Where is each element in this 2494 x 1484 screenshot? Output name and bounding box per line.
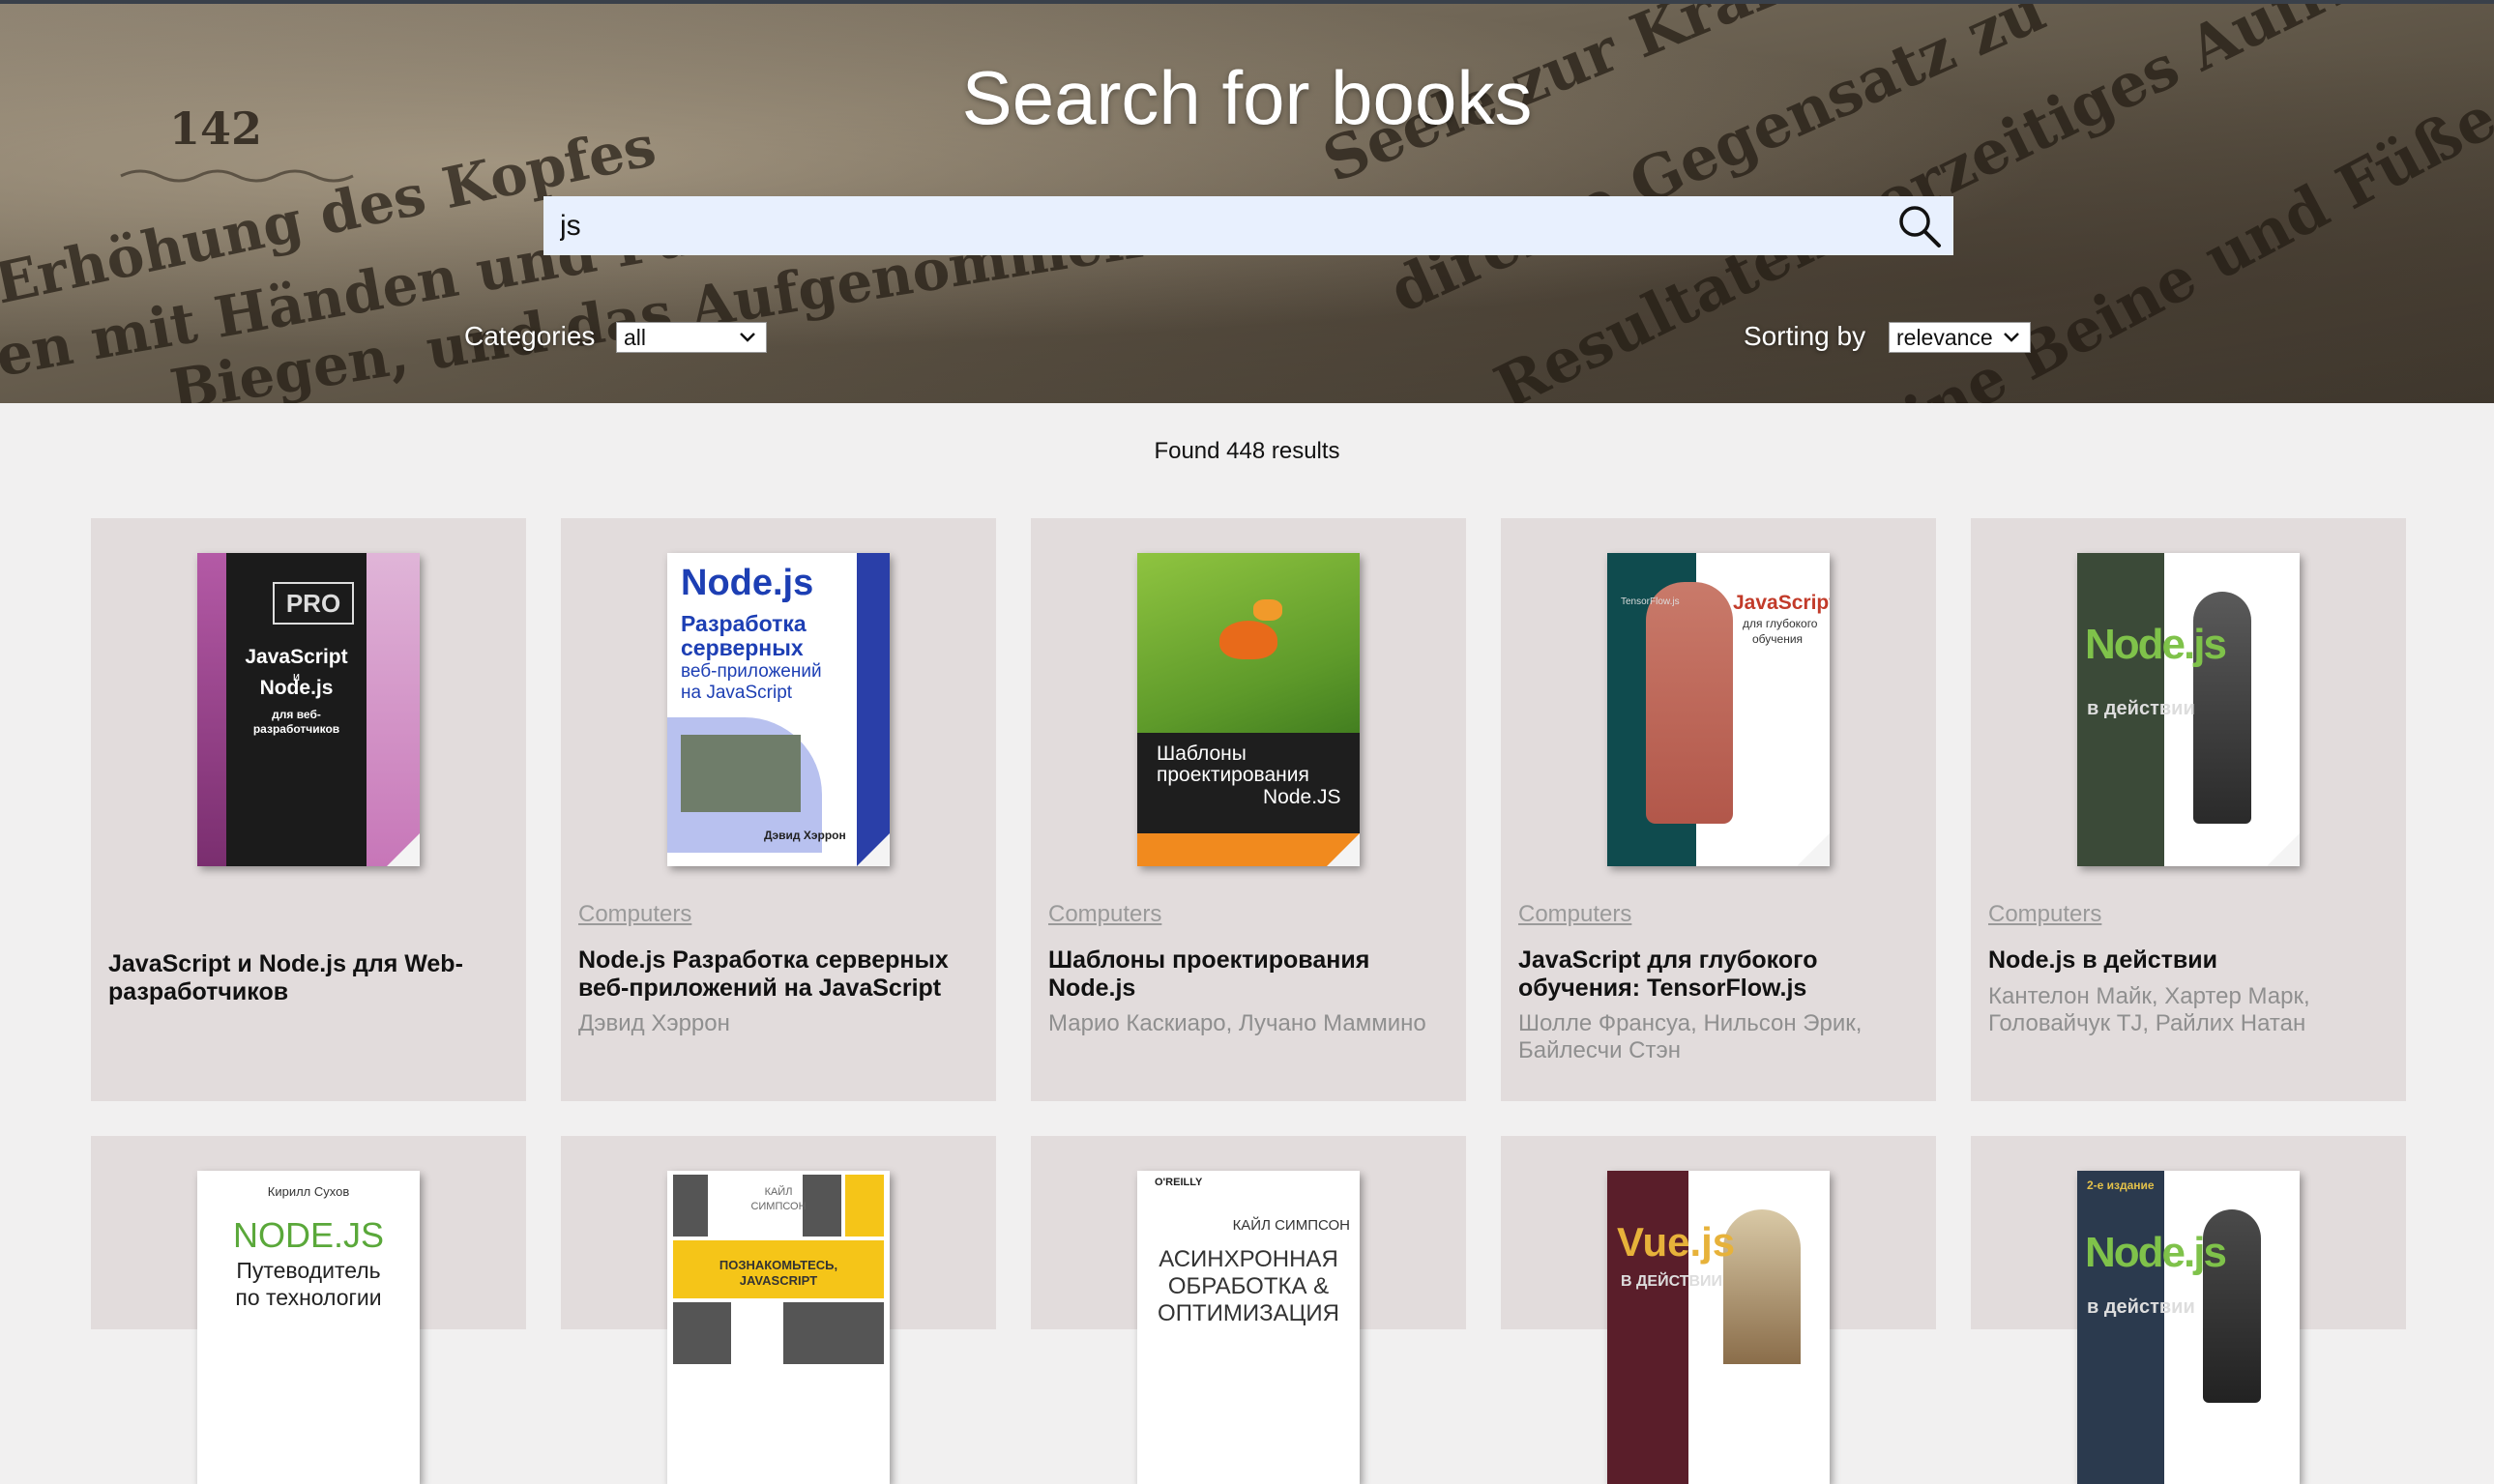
cover-text: JavaScript: [1733, 592, 1830, 614]
book-cover: Node.js Разработка серверных веб-приложе…: [667, 553, 890, 866]
book-card[interactable]: O'REILLY КАЙЛ СИМПСОН АСИНХРОННАЯ ОБРАБО…: [1031, 1136, 1466, 1484]
cover-text: ОБРАБОТКА &: [1167, 1273, 1330, 1299]
book-authors: Марио Каскиаро, Лучано Маммино: [1048, 1010, 1426, 1036]
cover-text: на JavaScript: [681, 683, 793, 703]
cover-text: обучения: [1752, 632, 1804, 646]
cover-text: СИМПСОН: [750, 1201, 807, 1212]
cover-text: для глубокого: [1743, 617, 1818, 630]
book-card[interactable]: JavaScript для глубокого обучения Tensor…: [1501, 518, 1936, 1101]
cover-text: по технологии: [235, 1285, 382, 1310]
results-count: Found 448 results: [1154, 438, 1340, 464]
book-cover: Кирилл Сухов NODE.JS Путеводитель по тех…: [197, 1171, 420, 1484]
book-title[interactable]: Node.js в действии: [1988, 946, 2389, 975]
book-cover: КАЙЛ СИМПСОН ПОЗНАКОМЬТЕСЬ, JAVASCRIPT: [667, 1171, 890, 1484]
cover-text: Node.JS: [1263, 786, 1341, 808]
cover-text: Node.js: [2085, 621, 2227, 668]
cover-text: O'REILLY: [1155, 1177, 1203, 1188]
cover-text: КАЙЛ: [764, 1186, 793, 1198]
cover-text: JAVASCRIPT: [739, 1273, 818, 1288]
chevron-down-icon: [740, 333, 755, 342]
cover-text: серверных: [681, 635, 804, 660]
book-title[interactable]: Шаблоны проектирования Node.js: [1048, 946, 1449, 1003]
book-authors: Кантелон Майк, Хартер Марк, Головайчук T…: [1988, 983, 2310, 1036]
cover-text: В ДЕЙСТВИИ: [1621, 1273, 1723, 1290]
cover-text: NODE.JS: [232, 1215, 385, 1255]
cover-text: в действии: [2087, 698, 2195, 719]
cover-text: Шаблоны: [1157, 742, 1247, 765]
cover-text: Node.js: [259, 677, 334, 699]
chevron-down-icon: [2004, 333, 2019, 342]
cover-text: Кирилл Сухов: [267, 1184, 350, 1199]
categories-label: Categories: [464, 321, 596, 351]
cover-text: в действии: [2087, 1296, 2195, 1318]
cover-text: ОПТИМИЗАЦИЯ: [1158, 1300, 1339, 1326]
book-title[interactable]: Node.js Разработка серверных веб-приложе…: [578, 946, 979, 1003]
book-category-link[interactable]: Computers: [578, 901, 691, 928]
cover-text: TensorFlow.js: [1621, 597, 1680, 607]
book-card[interactable]: Шаблоны проектирования Node.JS Computers…: [1031, 518, 1466, 1101]
book-card[interactable]: КАЙЛ СИМПСОН ПОЗНАКОМЬТЕСЬ, JAVASCRIPT: [561, 1136, 996, 1484]
categories-select[interactable]: all: [616, 322, 767, 353]
cover-text: 2-е издание: [2087, 1178, 2155, 1192]
book-title[interactable]: JavaScript и Node.js для Web-разработчик…: [108, 950, 509, 1006]
cover-text: КАЙЛ СИМПСОН: [1232, 1217, 1350, 1234]
cover-text: АСИНХРОННАЯ: [1159, 1246, 1338, 1272]
book-title[interactable]: JavaScript для глубокого обучения: Tenso…: [1518, 946, 1919, 1003]
sorting-selected-value: relevance: [1896, 324, 1993, 350]
cover-text: проектирования: [1157, 764, 1309, 786]
cover-text: Путеводитель: [236, 1258, 381, 1283]
book-card[interactable]: 2-е издание Node.js в действии: [1971, 1136, 2406, 1484]
categories-selected-value: all: [624, 324, 647, 350]
cover-text: веб-приложений: [681, 661, 822, 682]
book-card[interactable]: Vue.js В ДЕЙСТВИИ: [1501, 1136, 1936, 1484]
book-authors: Шолле Франсуа, Нильсон Эрик, Байлесчи Ст…: [1518, 1010, 1863, 1063]
cover-text: PRO: [273, 582, 354, 625]
book-cover: JavaScript для глубокого обучения Tensor…: [1607, 553, 1830, 866]
cover-text: Дэвид Хэррон: [764, 829, 846, 842]
search-input[interactable]: [543, 195, 1886, 256]
sorting-select[interactable]: relevance: [1889, 322, 2031, 353]
book-cover: 2-е издание Node.js в действии: [2077, 1171, 2300, 1484]
page-title: Search for books: [961, 55, 1533, 140]
book-cover: PRO JavaScript и Node.js для веб- разраб…: [197, 553, 420, 866]
search-bar: [543, 195, 1953, 256]
sorting-label: Sorting by: [1744, 321, 1866, 351]
hero-banner: 142 Erhöhung des Kopfes en mit Händen un…: [0, 0, 2494, 403]
search-icon: [1899, 205, 1941, 247]
cover-text: Vue.js: [1617, 1219, 1736, 1265]
search-button[interactable]: [1886, 196, 1953, 255]
book-category-link[interactable]: Computers: [1988, 901, 2101, 928]
cover-text: Node.js: [2085, 1229, 2227, 1276]
cover-text: JavaScript: [245, 646, 348, 668]
book-category-link[interactable]: Computers: [1518, 901, 1631, 928]
book-cover: Vue.js В ДЕЙСТВИИ: [1607, 1171, 1830, 1484]
cover-text: для веб-: [272, 708, 321, 721]
book-card[interactable]: Node.js в действии Computers Node.js в д…: [1971, 518, 2406, 1101]
book-category-link[interactable]: Computers: [1048, 901, 1161, 928]
book-cover: Node.js в действии: [2077, 553, 2300, 866]
cover-text: Node.js: [681, 563, 814, 603]
cover-text: разработчиков: [252, 722, 340, 736]
book-card[interactable]: Node.js Разработка серверных веб-приложе…: [561, 518, 996, 1101]
book-authors: Дэвид Хэррон: [578, 1010, 730, 1036]
book-card[interactable]: PRO JavaScript и Node.js для веб- разраб…: [91, 518, 526, 1101]
cover-text: ПОЗНАКОМЬТЕСЬ,: [719, 1258, 838, 1272]
book-cover: O'REILLY КАЙЛ СИМПСОН АСИНХРОННАЯ ОБРАБО…: [1137, 1171, 1360, 1484]
book-card[interactable]: Кирилл Сухов NODE.JS Путеводитель по тех…: [91, 1136, 526, 1484]
book-cover: Шаблоны проектирования Node.JS: [1137, 553, 1360, 866]
cover-text: Разработка: [681, 611, 807, 636]
